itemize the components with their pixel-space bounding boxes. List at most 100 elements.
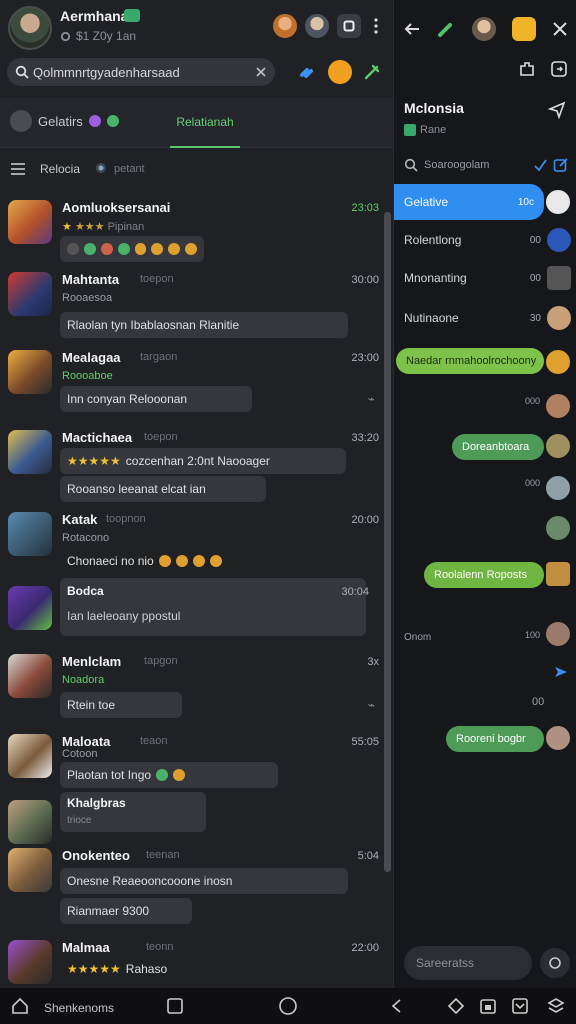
check-icon[interactable]: [533, 158, 547, 172]
chat-sub: Noadora: [62, 674, 105, 686]
contact-avatar: [546, 622, 570, 646]
emoji-icon: [175, 555, 188, 567]
chat-avatar: [8, 654, 52, 698]
recents-icon[interactable]: [166, 997, 184, 1015]
chat-item[interactable]: Bodca Ian laeleoany ppostul 30:04: [0, 578, 383, 646]
contact-avatar: [546, 434, 570, 458]
chat-card[interactable]: Bodca Ian laeleoany ppostul: [60, 578, 366, 636]
rating-stars: ★★★★★: [67, 962, 121, 976]
chat-tag: targaon: [140, 351, 178, 363]
contact-avatar[interactable]: [471, 17, 496, 41]
search-input[interactable]: Qolmmnrtgyadenharsaad: [7, 58, 275, 86]
conversation-search[interactable]: Soaroogolam: [404, 157, 569, 173]
back-icon[interactable]: [390, 999, 402, 1013]
send-icon[interactable]: [548, 101, 566, 119]
chat-avatar: [8, 940, 52, 984]
filter-search-icon[interactable]: [94, 161, 110, 177]
profile-avatar[interactable]: [8, 6, 52, 50]
status-icon: [404, 124, 416, 136]
chat-message-bubble[interactable]: ★★★★★ cozcenhan 2:0nt Naooager: [60, 448, 346, 474]
chat-message-bubble[interactable]: Rtein toe: [60, 692, 182, 718]
share-icon[interactable]: [446, 996, 466, 1016]
compose-icon[interactable]: [362, 62, 382, 82]
chat-message-bubble[interactable]: Inn conyan Relooonan: [60, 386, 252, 412]
message-input[interactable]: Sareeratss: [404, 946, 532, 980]
edit-icon[interactable]: [553, 157, 569, 173]
chat-bubble-text: Plaotan tot Ingo: [67, 768, 152, 782]
chat-time: 23:03: [351, 202, 379, 214]
message-bubble[interactable]: Naedar rnmahoolrochoony: [396, 348, 544, 374]
menu-icon[interactable]: [10, 162, 26, 176]
chat-item[interactable]: Menlclam tapgon 3x Noadora Rtein toe ⌁: [0, 646, 383, 726]
nav-label: Shenkenoms: [44, 1001, 115, 1015]
chat-message-bubble-2[interactable]: Rianmaer 9300: [60, 898, 192, 924]
link-icon[interactable]: [298, 62, 318, 82]
conversation-folder-nutinaone[interactable]: Nutinaone 30: [394, 300, 576, 336]
chat-item[interactable]: Mahtanta toepon 30:00 Rooaesoa Rlaolan t…: [0, 264, 383, 342]
yellow-app-button[interactable]: [512, 17, 537, 41]
home-circle-icon[interactable]: [278, 996, 298, 1016]
conversation-folder-gelative[interactable]: Gelative 10c: [394, 184, 544, 220]
chat-list-scrollbar[interactable]: [384, 212, 391, 872]
chat-item[interactable]: Mealagaa targaon 23:00 Roooaboe Inn cony…: [0, 342, 383, 422]
contact-avatar[interactable]: [546, 190, 570, 214]
calendar-icon[interactable]: [478, 996, 498, 1016]
conversation-folder-rolentlong[interactable]: Rolentlong 00: [394, 222, 576, 258]
send-arrow-icon[interactable]: [554, 666, 568, 678]
chat-message-bubble[interactable]: Onesne Reaeooncooone inosn: [60, 868, 348, 894]
status-circle-button[interactable]: [328, 60, 352, 84]
message-sender-label: Onom: [404, 632, 432, 643]
search-input-value[interactable]: Qolmmnrtgyadenharsaad: [33, 65, 251, 80]
app-subtitle: $1 Z0y 1an: [60, 29, 136, 43]
conversation-folder-mnonanting[interactable]: Mnonanting 00: [394, 260, 576, 296]
chat-message-bubble[interactable]: Rlaolan tyn Ibablaosnan Rlanitie: [60, 312, 348, 338]
inbox-icon[interactable]: [510, 996, 530, 1016]
message-bubble[interactable]: Doreanbtoara: [452, 434, 544, 460]
chat-time: 30:04: [341, 586, 369, 598]
message-bubble[interactable]: Rooreni bogbr: [446, 726, 544, 752]
contact-avatar: [546, 350, 570, 374]
pen-icon[interactable]: [437, 20, 455, 38]
top-header: Aermhana $1 Z0y 1an: [0, 0, 393, 52]
chat-message-bubble-2[interactable]: Rooanso leeanat elcat ian: [60, 476, 266, 502]
chat-item[interactable]: Khalgbras trioce: [0, 792, 383, 844]
chat-item[interactable]: Katak toopnon 20:00 Rotacono Chonaeci no…: [0, 504, 383, 578]
search-icon: [15, 65, 29, 79]
puzzle-icon[interactable]: [518, 60, 536, 78]
pin-icon: ⌁: [367, 698, 375, 712]
chat-bubble-text-2: Rianmaer 9300: [67, 904, 150, 918]
tab-gelatirs[interactable]: Gelatirs: [10, 110, 119, 132]
chat-avatar: [8, 350, 52, 394]
emoji-icon: [156, 769, 169, 781]
chat-avatar: [8, 200, 52, 244]
chat-item[interactable]: Maloata teaon 55:05 Cotoon Plaotan tot I…: [0, 726, 383, 792]
message-text: Naedar rnmahoolrochoony: [406, 355, 537, 367]
more-menu-button[interactable]: [369, 14, 383, 38]
folder-label: Nutinaone: [404, 311, 459, 325]
message-bubble[interactable]: Roolalenn Roposts: [424, 562, 544, 588]
chat-sub: Rotacono: [62, 532, 110, 544]
back-arrow-icon[interactable]: [404, 21, 420, 37]
contact-avatar-button-2[interactable]: [305, 14, 329, 38]
filter-label[interactable]: Relocia: [40, 162, 80, 176]
chat-avatar: [8, 848, 52, 892]
contact-avatar-button[interactable]: [273, 14, 297, 38]
chat-item[interactable]: Mactichaea toepon 33:20 ★★★★★ cozcenhan …: [0, 422, 383, 504]
chat-message-bubble[interactable]: Plaotan tot Ingo: [60, 762, 278, 788]
window-button[interactable]: [337, 14, 361, 38]
attach-button[interactable]: [540, 948, 570, 978]
tab-relatianah[interactable]: Relatianah: [170, 98, 240, 148]
close-icon[interactable]: [553, 22, 567, 36]
chat-time: 30:00: [351, 274, 379, 286]
chat-name: Mealagaa: [62, 350, 121, 365]
chat-item[interactable]: Onokenteo teenan 5:04 Onesne Reaeooncooo…: [0, 840, 383, 932]
expand-icon[interactable]: [550, 60, 568, 78]
chat-card[interactable]: Khalgbras trioce: [60, 792, 206, 832]
clear-search-icon[interactable]: [255, 66, 267, 78]
layers-icon[interactable]: [546, 996, 566, 1016]
chat-item[interactable]: Malmaa teonn 22:00 ★★★★★ Rahaso: [0, 932, 383, 984]
chat-reaction-bubble[interactable]: [60, 236, 204, 262]
chat-bubble-text: Chonaeci no nio: [67, 554, 154, 568]
chat-item[interactable]: Aomluoksersanai 23:03 ★ ★★★ Pipinan: [0, 192, 383, 264]
home-icon[interactable]: [10, 996, 30, 1016]
